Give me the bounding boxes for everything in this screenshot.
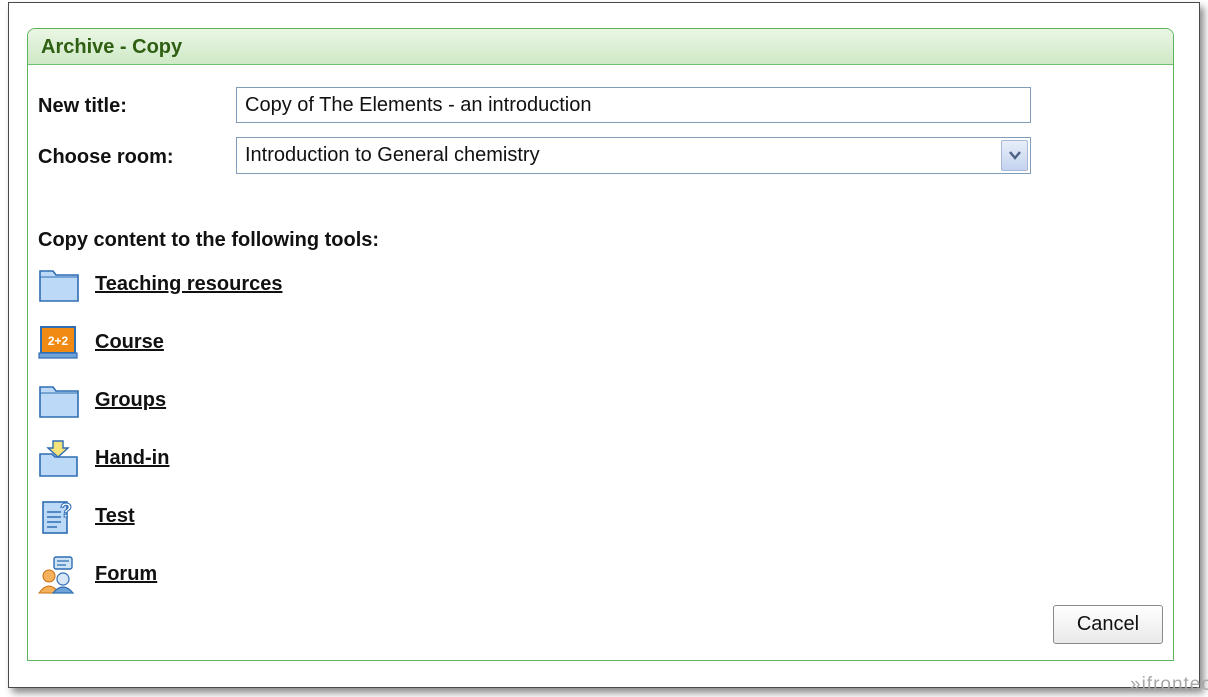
folder-icon: [39, 270, 79, 302]
svg-text:2+2: 2+2: [48, 334, 69, 348]
archive-copy-dialog: Archive - Copy New title: Choose room: I…: [27, 28, 1174, 661]
tool-link-test[interactable]: Test: [95, 505, 135, 528]
tools-heading: Copy content to the following tools:: [38, 229, 380, 251]
svg-text:?: ?: [60, 500, 72, 522]
watermark: »ifrontec: [1130, 674, 1208, 695]
tool-link-hand-in[interactable]: Hand-in: [95, 447, 169, 470]
tool-link-teaching-resources[interactable]: Teaching resources: [95, 273, 282, 296]
dialog-title: Archive - Copy: [28, 29, 1173, 65]
chevron-down-icon: [1009, 151, 1021, 160]
new-title-label: New title:: [38, 95, 127, 117]
choose-room-select[interactable]: Introduction to General chemistry: [236, 137, 1031, 174]
choose-room-label: Choose room:: [38, 146, 174, 168]
course-icon: 2+2: [38, 326, 78, 359]
choose-room-value: Introduction to General chemistry: [245, 144, 540, 166]
dropdown-arrow-button[interactable]: [1001, 140, 1028, 171]
tool-link-groups[interactable]: Groups: [95, 389, 166, 412]
folder-icon: [39, 386, 79, 418]
test-icon: ?: [42, 500, 73, 534]
forum-icon: [38, 556, 75, 594]
tool-link-course[interactable]: Course: [95, 331, 164, 354]
tool-link-forum[interactable]: Forum: [95, 563, 157, 586]
cancel-button[interactable]: Cancel: [1053, 605, 1163, 644]
new-title-input[interactable]: [236, 87, 1031, 123]
hand-in-icon: [39, 440, 78, 477]
